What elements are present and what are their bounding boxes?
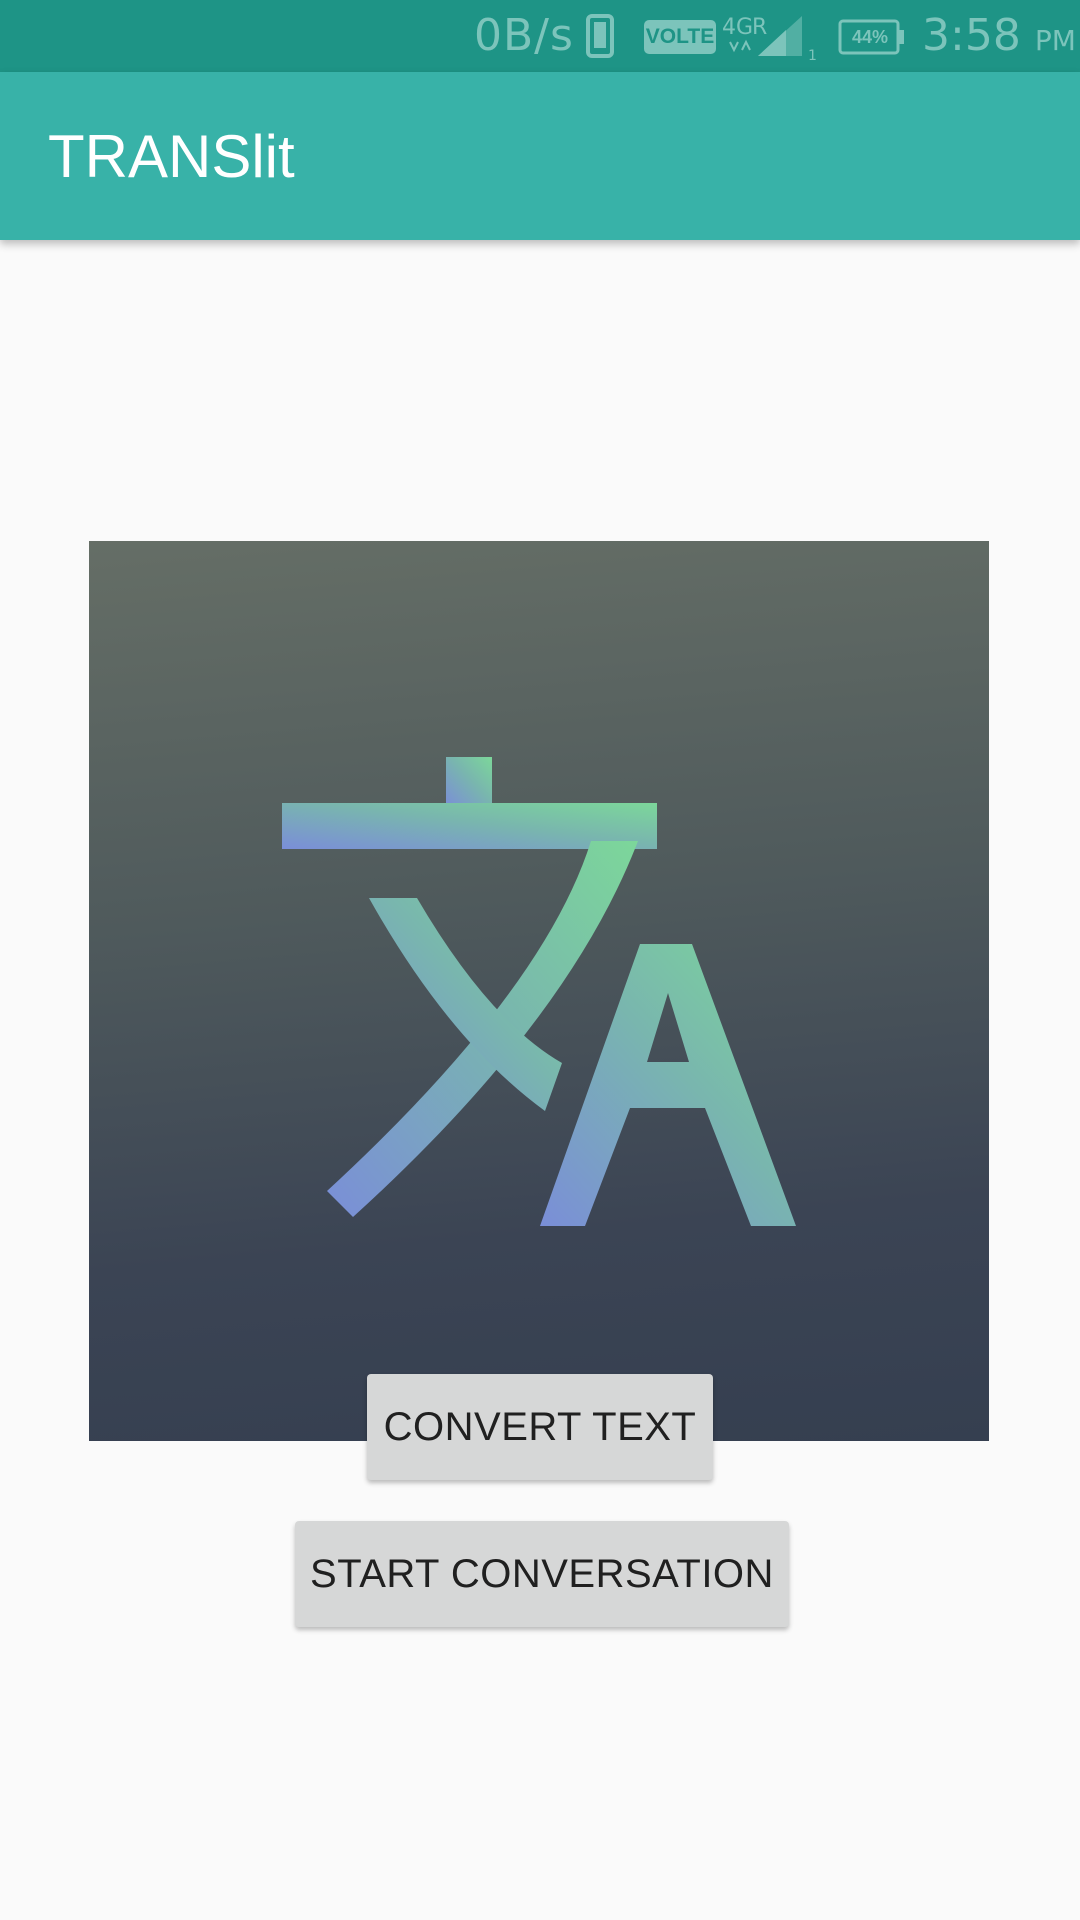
phone-icon xyxy=(586,14,614,58)
convert-text-button[interactable]: CONVERT TEXT xyxy=(367,1374,713,1480)
clock-time: 3:58 xyxy=(922,10,1021,61)
svg-text:1: 1 xyxy=(808,48,817,62)
battery-level: 44% xyxy=(851,27,889,47)
clock: 3:58 PM xyxy=(922,12,1076,65)
translate-icon xyxy=(282,757,796,1226)
svg-text:4G: 4G xyxy=(722,15,753,40)
volte-badge: VOLTE xyxy=(644,20,716,54)
clock-ampm: PM xyxy=(1034,24,1076,57)
network-speed: 0B/s xyxy=(474,10,574,61)
hero-image xyxy=(89,541,989,1441)
app-title: TRANSlit xyxy=(48,123,295,190)
app-bar: TRANSlit xyxy=(0,72,1080,240)
svg-text:R: R xyxy=(752,15,767,40)
signal-icon: 4G R 1 xyxy=(722,15,817,62)
status-bar: 0B/s VOLTE 4G R 1 44% 3:58 PM xyxy=(0,0,1080,72)
start-conversation-button[interactable]: START CONVERSATION xyxy=(295,1521,789,1627)
